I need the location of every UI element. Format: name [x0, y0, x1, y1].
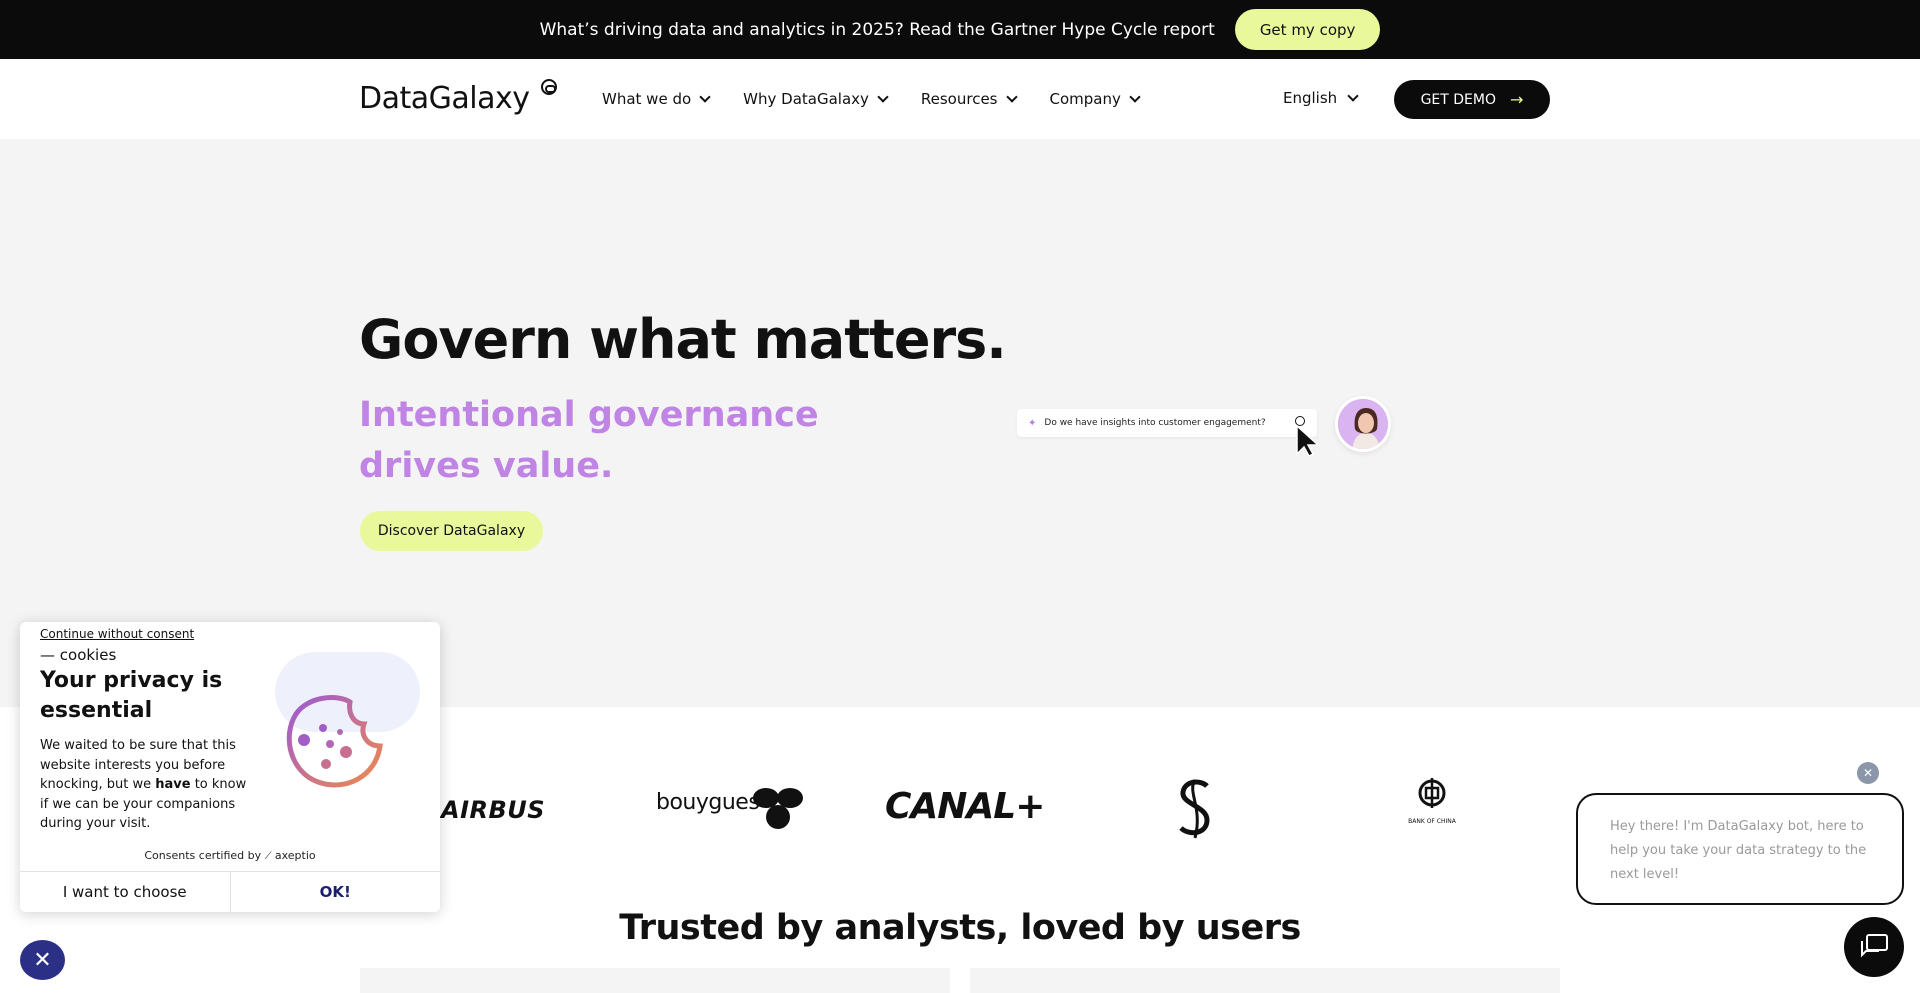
bouygues-mark-icon — [753, 788, 803, 829]
banner-text: What’s driving data and analytics in 202… — [539, 19, 1215, 40]
assistant-avatar — [1335, 396, 1391, 452]
chat-icon — [1861, 934, 1888, 958]
get-demo-label: GET DEMO — [1420, 91, 1496, 108]
nav-company[interactable]: Company — [1049, 90, 1141, 108]
close-icon: ✕ — [33, 947, 52, 973]
review-card — [360, 968, 950, 993]
chevron-down-icon — [1347, 89, 1359, 102]
cookie-body: We waited to be sure that this website i… — [40, 736, 250, 834]
chat-dismiss-button[interactable]: ✕ — [1857, 762, 1879, 784]
trusted-heading: Trusted by analysts, loved by users — [619, 908, 1301, 948]
bank-of-china-text: BANK OF CHINA — [1408, 818, 1456, 825]
nav-label: Why DataGalaxy — [743, 90, 869, 108]
chevron-down-icon — [1005, 90, 1018, 103]
hero-search-illustration: ✦ Do we have insights into customer enga… — [1017, 409, 1317, 437]
i-want-to-choose-button[interactable]: I want to choose — [20, 872, 231, 912]
cookie-actions: I want to choose OK! — [20, 871, 440, 912]
cookie-eyebrow: — cookies — [40, 646, 117, 664]
cookie-ok-button[interactable]: OK! — [231, 872, 441, 912]
sparkle-icon: ✦ — [1028, 417, 1037, 429]
nav-why-datagalaxy[interactable]: Why DataGalaxy — [743, 90, 889, 108]
get-my-copy-button[interactable]: Get my copy — [1234, 9, 1381, 50]
person-portrait-icon — [1338, 399, 1388, 449]
language-label: English — [1283, 89, 1338, 107]
language-selector[interactable]: English — [1283, 89, 1359, 107]
review-card — [970, 968, 1560, 993]
cookie-icon — [286, 695, 383, 788]
consent-certified: Consents certified by ⟋ axeptio — [20, 849, 440, 862]
main-nav: What we do Why DataGalaxy Resources Comp… — [602, 59, 1141, 139]
cookie-consent-panel: Continue without consent — cookies Your … — [20, 622, 440, 912]
search-query-text: Do we have insights into customer engage… — [1044, 418, 1266, 428]
close-icon: ✕ — [1862, 766, 1874, 780]
airbus-logo: AIRBUS — [441, 796, 546, 824]
hero-title: Govern what matters. — [359, 308, 1007, 371]
close-cookie-button[interactable]: ✕ — [20, 940, 65, 980]
chevron-down-icon — [877, 90, 889, 103]
bank-of-china-logo: BANK OF CHINA — [1400, 778, 1464, 825]
discover-datagalaxy-button[interactable]: Discover DataGalaxy — [360, 511, 543, 551]
nav-label: Resources — [920, 90, 998, 108]
certified-label: Consents certified by — [144, 849, 262, 862]
nav-label: What we do — [602, 90, 692, 108]
bouygues-wordmark: bouygues — [656, 790, 760, 815]
cookie-body-bold: have — [155, 777, 191, 792]
logo-mark-icon — [541, 79, 557, 95]
site-header: DataGalaxy What we do Why DataGalaxy Res… — [0, 59, 1920, 139]
nav-resources[interactable]: Resources — [920, 90, 1018, 108]
announcement-banner: What’s driving data and analytics in 202… — [0, 0, 1920, 59]
chevron-down-icon — [1129, 90, 1141, 103]
arrow-right-icon: → — [1510, 90, 1524, 109]
continue-without-consent-link[interactable]: Continue without consent — [40, 627, 194, 641]
get-demo-button[interactable]: GET DEMO → — [1394, 80, 1550, 119]
axeptio-brand: axeptio — [274, 849, 316, 862]
cursor-pointer-icon — [1296, 424, 1320, 457]
canal-plus-logo: CANAL+ — [885, 786, 1045, 827]
chevron-down-icon — [699, 90, 711, 103]
chat-launcher-button[interactable] — [1844, 917, 1904, 977]
bouygues-logo: bouygues — [656, 788, 803, 829]
s-brand-logo-icon — [1179, 779, 1210, 839]
bank-of-china-mark-icon — [1418, 778, 1446, 808]
cookie-title: Your privacy is essential — [40, 668, 223, 723]
hero-subtitle: Intentional governance drives value. — [359, 395, 819, 486]
datagalaxy-logo[interactable]: DataGalaxy — [359, 81, 530, 116]
nav-what-we-do[interactable]: What we do — [602, 90, 711, 108]
axeptio-logo-icon: ⟋ — [264, 851, 275, 862]
chatbot-message: Hey there! I'm DataGalaxy bot, here to h… — [1576, 793, 1904, 905]
nav-label: Company — [1049, 90, 1121, 108]
